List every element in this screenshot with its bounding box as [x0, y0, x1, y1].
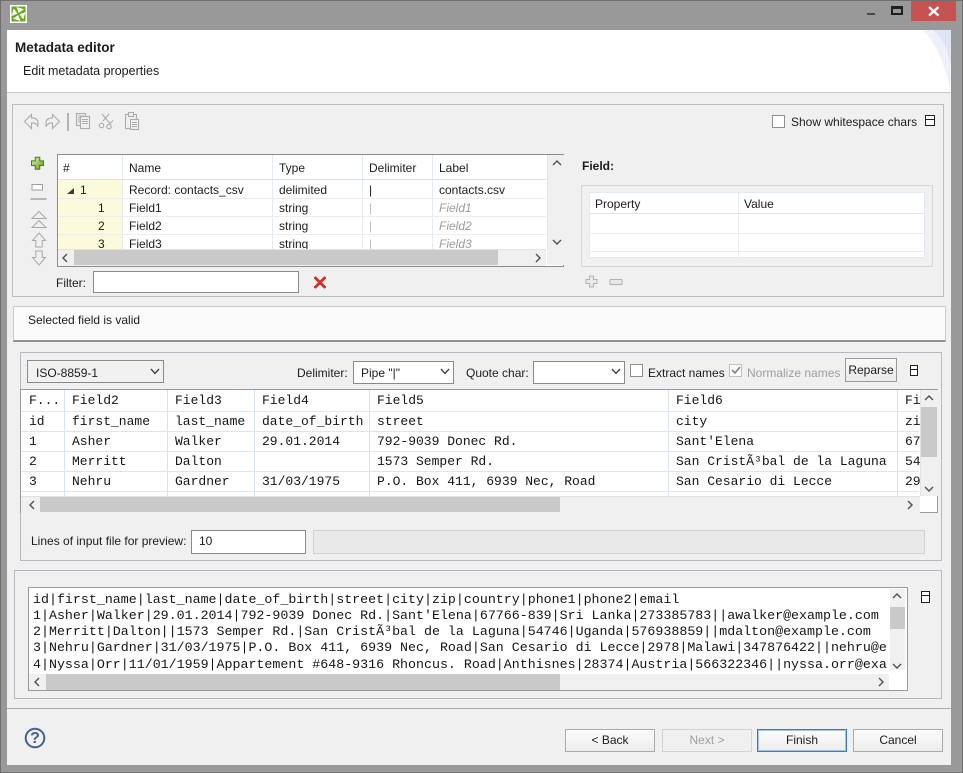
svg-text:?: ? [30, 730, 40, 747]
